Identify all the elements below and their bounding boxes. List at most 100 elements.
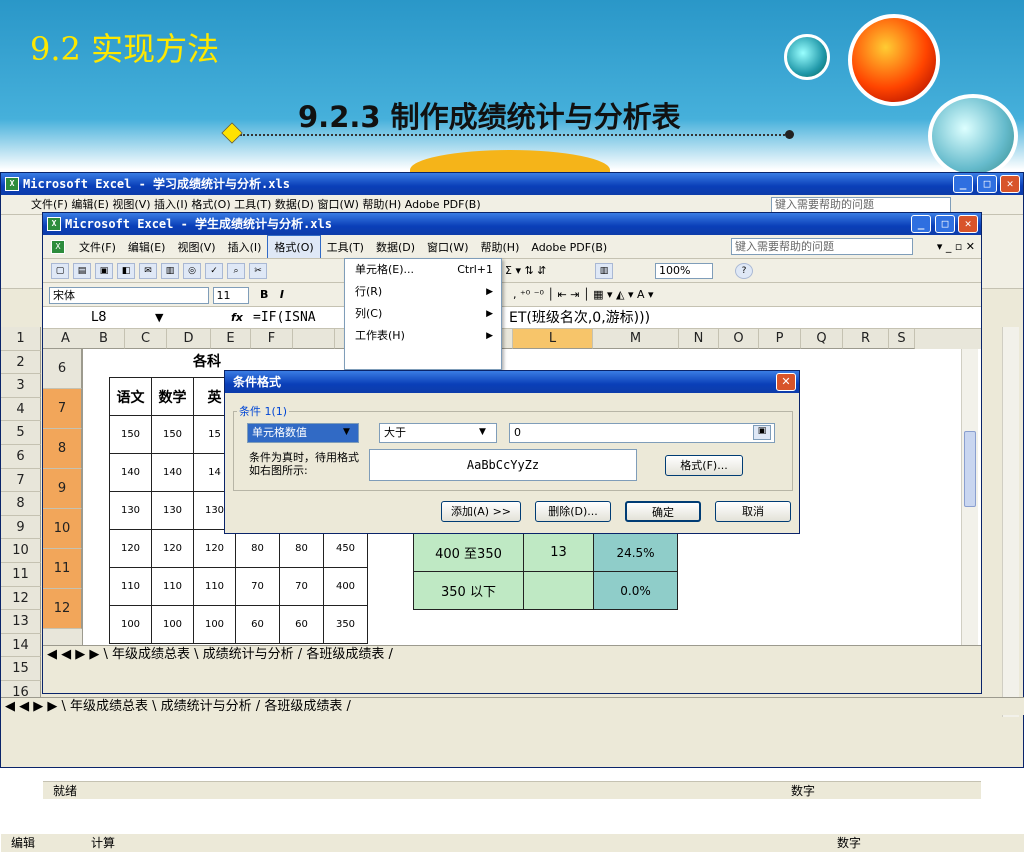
close-button[interactable]: ✕ <box>1000 175 1020 193</box>
row-number[interactable]: 6 <box>43 349 82 389</box>
column-header[interactable]: P <box>759 329 801 349</box>
format-menu-item[interactable]: 列(C) ▶ <box>345 303 501 325</box>
maximize-button[interactable]: □ <box>977 175 997 193</box>
score-cell[interactable]: 130 <box>151 491 194 530</box>
score-cell[interactable]: 400 <box>323 567 368 606</box>
score-cell[interactable]: 120 <box>151 529 194 568</box>
menu-item[interactable]: 格式(O) <box>267 235 321 258</box>
column-header[interactable]: E <box>211 329 251 349</box>
score-cell[interactable]: 110 <box>109 567 152 606</box>
count-cell[interactable]: 13 <box>523 533 594 572</box>
italic-button[interactable]: I <box>280 288 284 301</box>
column-header[interactable]: F <box>251 329 293 349</box>
spelling-icon[interactable]: ✓ <box>205 263 223 279</box>
column-header[interactable]: Q <box>801 329 843 349</box>
close-button[interactable]: ✕ <box>958 215 978 233</box>
permission-icon[interactable]: ◧ <box>117 263 135 279</box>
name-box[interactable]: L8 <box>91 307 107 328</box>
column-header[interactable]: N <box>679 329 719 349</box>
column-header[interactable]: D <box>167 329 211 349</box>
score-cell[interactable]: 350 <box>323 605 368 644</box>
menu-item[interactable]: 插入(I) <box>222 236 268 258</box>
maximize-button[interactable]: □ <box>935 215 955 233</box>
header-cell[interactable]: 语文 <box>109 377 152 416</box>
email-icon[interactable]: ✉ <box>139 263 157 279</box>
row-number[interactable]: 10 <box>43 509 82 549</box>
format-menu-item[interactable]: 单元格(E)... Ctrl+1 <box>345 259 501 281</box>
menu-item[interactable]: 数据(D) <box>370 236 421 258</box>
row-number[interactable]: 9 <box>43 469 82 509</box>
formula-left[interactable]: =IF(ISNA <box>253 307 316 328</box>
bold-button[interactable]: B <box>260 288 268 301</box>
score-cell[interactable]: 100 <box>193 605 236 644</box>
score-cell[interactable]: 80 <box>279 529 324 568</box>
doc-window-controls[interactable]: ▾ _ ▫ ✕ <box>937 235 975 258</box>
format-menu-item[interactable]: 工作表(H) ▶ <box>345 325 501 347</box>
horizontal-scrollbar[interactable] <box>603 645 981 663</box>
back-vertical-scrollbar[interactable] <box>1002 327 1019 717</box>
preview-icon[interactable]: ◎ <box>183 263 201 279</box>
chevron-down-icon[interactable]: ▼ <box>479 427 486 437</box>
chevron-down-icon[interactable]: ▼ <box>343 427 350 437</box>
score-cell[interactable]: 100 <box>109 605 152 644</box>
header-cell[interactable]: 数学 <box>151 377 194 416</box>
score-cell[interactable]: 60 <box>235 605 280 644</box>
fx-icon[interactable]: fx <box>231 307 243 328</box>
menu-item[interactable]: 窗口(W) <box>421 236 474 258</box>
range-cell[interactable]: 400 至350 <box>413 533 524 572</box>
cancel-button[interactable]: 取消 <box>715 501 791 522</box>
percent-cell[interactable]: 24.5% <box>593 533 678 572</box>
score-cell[interactable]: 120 <box>109 529 152 568</box>
open-icon[interactable]: ▤ <box>73 263 91 279</box>
zoom-select[interactable]: 100% <box>655 263 713 279</box>
menu-item[interactable]: 工具(T) <box>321 236 370 258</box>
formula-right[interactable]: ET(班级名次,0,游标))) <box>509 307 650 328</box>
count-cell[interactable] <box>523 571 594 610</box>
sheet-tabs[interactable]: ◀ ◀ ▶ ▶ \ 年级成绩总表 \ 成绩统计与分析 / 各班级成绩表 / <box>43 645 603 663</box>
back-sheet-tabs[interactable]: ◀ ◀ ▶ ▶ \ 年级成绩总表 \ 成绩统计与分析 / 各班级成绩表 / <box>1 697 1024 715</box>
score-cell[interactable]: 150 <box>151 415 194 454</box>
score-cell[interactable]: 450 <box>323 529 368 568</box>
score-cell[interactable]: 70 <box>279 567 324 606</box>
number-format-group[interactable]: , ⁺⁰ ⁻⁰ │ ⇤ ⇥ │ ▦ ▾ ◭ ▾ A ▾ <box>513 283 654 306</box>
score-cell[interactable]: 80 <box>235 529 280 568</box>
column-header[interactable]: M <box>593 329 679 349</box>
sum-sort-group[interactable]: Σ ▾ ⇅ ⇵ <box>505 259 546 282</box>
percent-cell[interactable]: 0.0% <box>593 571 678 610</box>
font-size-select[interactable]: 11 <box>212 286 249 304</box>
value-input[interactable]: 0 <box>509 423 775 443</box>
range-picker-icon[interactable]: ▣ <box>753 425 771 440</box>
score-cell[interactable]: 150 <box>109 415 152 454</box>
back-help-input[interactable]: 键入需要帮助的问题 <box>771 197 951 213</box>
chart-icon[interactable]: ▥ <box>595 263 613 279</box>
column-header[interactable]: L <box>513 329 593 349</box>
scroll-thumb[interactable] <box>964 431 976 507</box>
score-cell[interactable]: 120 <box>193 529 236 568</box>
menu-item[interactable]: 视图(V) <box>171 236 221 258</box>
score-cell[interactable]: 110 <box>151 567 194 606</box>
menu-item[interactable]: 文件(F) <box>73 236 122 258</box>
front-help-input[interactable]: 键入需要帮助的问题 <box>731 238 913 255</box>
row-number[interactable]: 11 <box>43 549 82 589</box>
format-button[interactable]: 格式(F)... <box>665 455 743 476</box>
score-cell[interactable]: 70 <box>235 567 280 606</box>
save-icon[interactable]: ▣ <box>95 263 113 279</box>
format-menu-item[interactable]: 行(R) ▶ <box>345 281 501 303</box>
menu-item[interactable]: 帮助(H) <box>475 236 526 258</box>
column-header[interactable]: S <box>889 329 915 349</box>
vertical-scrollbar[interactable] <box>961 349 978 645</box>
research-icon[interactable]: ⌕ <box>227 263 245 279</box>
column-header[interactable]: O <box>719 329 759 349</box>
ok-button[interactable]: 确定 <box>625 501 701 522</box>
cut-icon[interactable]: ✂ <box>249 263 267 279</box>
minimize-button[interactable]: _ <box>911 215 931 233</box>
score-cell[interactable]: 130 <box>109 491 152 530</box>
column-header[interactable]: R <box>843 329 889 349</box>
add-button[interactable]: 添加(A) >> <box>441 501 521 522</box>
score-cell[interactable]: 60 <box>279 605 324 644</box>
score-cell[interactable]: 110 <box>193 567 236 606</box>
menu-item[interactable]: 编辑(E) <box>122 236 172 258</box>
dialog-close-button[interactable]: ✕ <box>776 373 796 391</box>
score-cell[interactable]: 140 <box>109 453 152 492</box>
font-name-select[interactable]: 宋体 <box>49 286 209 304</box>
